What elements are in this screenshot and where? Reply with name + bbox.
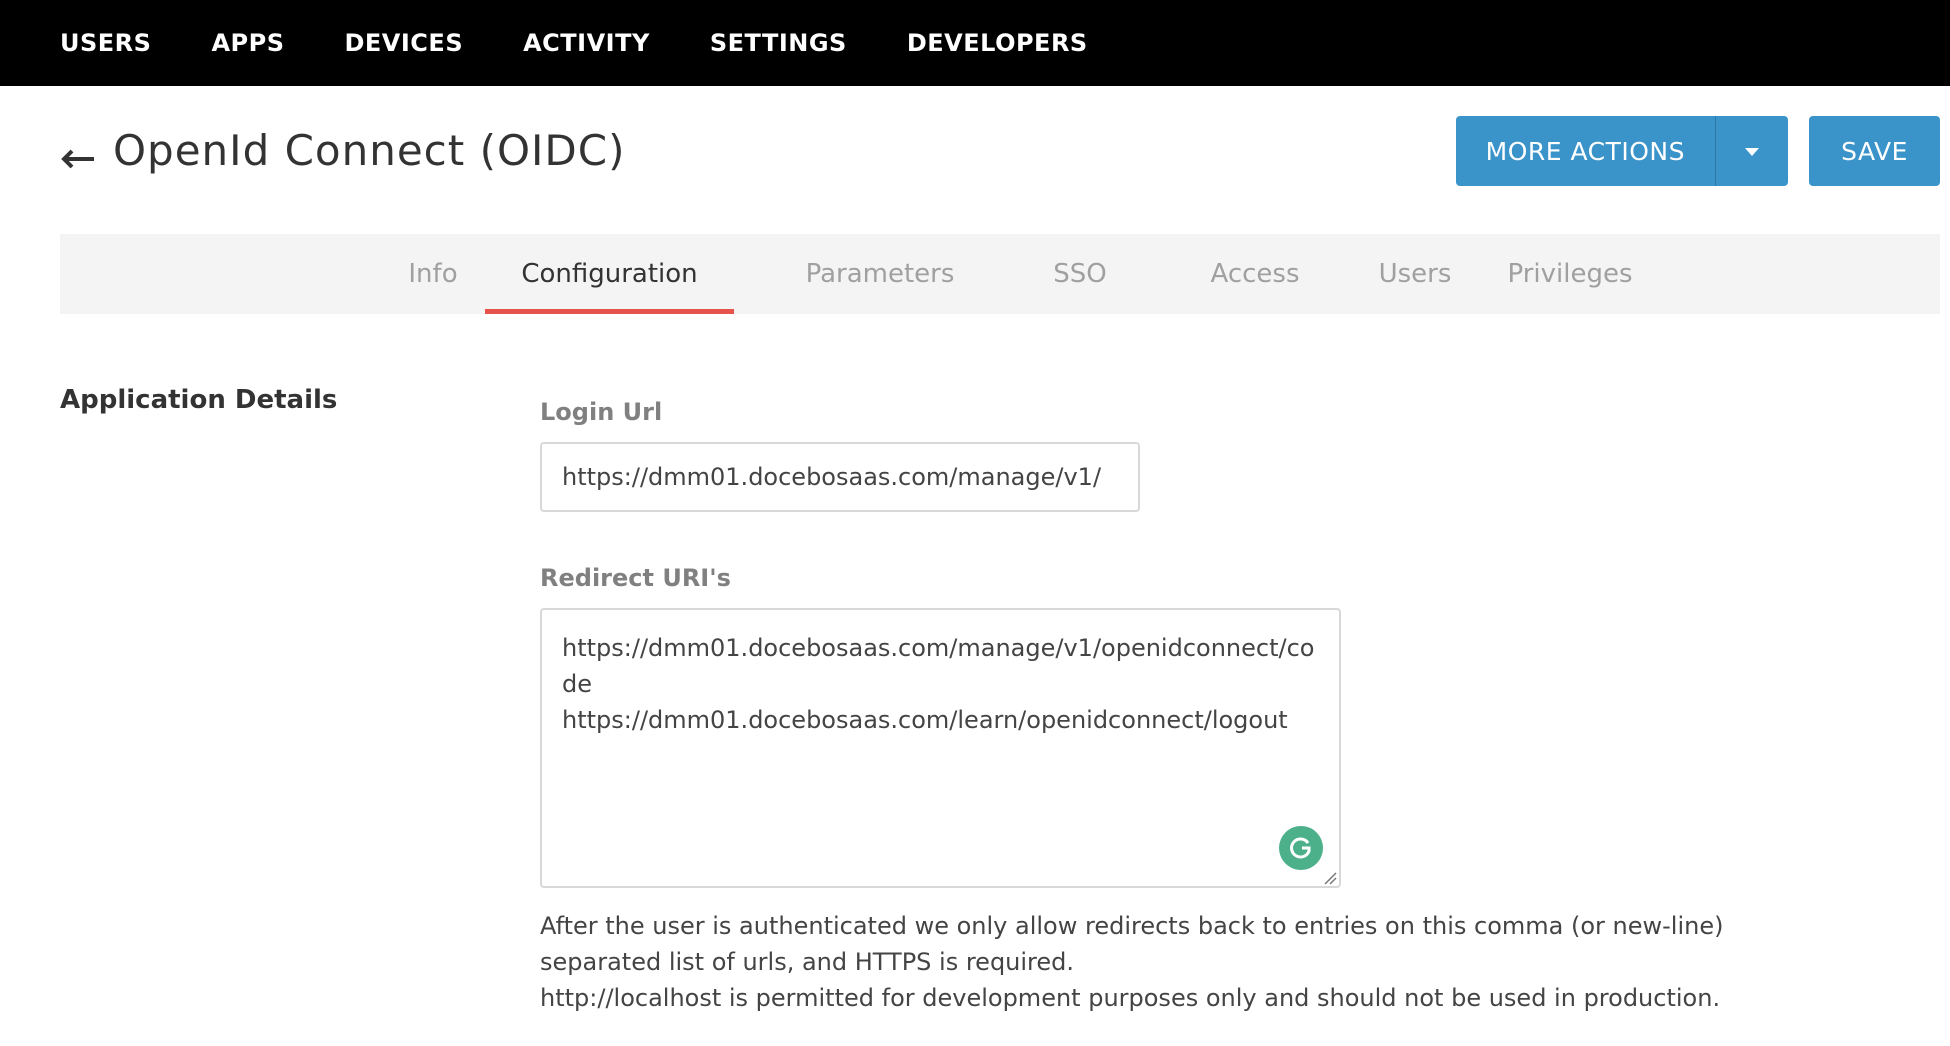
redirect-uris-field [540,608,1341,888]
nav-item-devices[interactable]: DEVICES [344,29,463,57]
tabs-bar: Info Configuration Parameters SSO Access… [60,234,1940,314]
arrow-left-icon[interactable] [60,144,96,174]
nav-item-activity[interactable]: ACTIVITY [523,29,650,57]
redirect-uris-textarea[interactable] [542,610,1339,886]
more-actions-button[interactable]: MORE ACTIONS [1456,116,1716,186]
save-button[interactable]: SAVE [1809,116,1940,186]
page-header: OpenId Connect (OIDC) MORE ACTIONS SAVE [60,116,1940,186]
section-title: Application Details [60,385,338,415]
tab-privileges[interactable]: Privileges [1460,234,1680,314]
more-actions-dropdown-toggle[interactable] [1716,116,1788,186]
page-title: OpenId Connect (OIDC) [113,126,626,175]
tab-access[interactable]: Access [1160,234,1350,314]
nav-item-settings[interactable]: SETTINGS [710,29,847,57]
tab-parameters[interactable]: Parameters [770,234,990,314]
resize-grip-icon[interactable] [1323,870,1337,885]
help-line: separated list of urls, and HTTPS is req… [540,948,1075,976]
more-actions-button-group: MORE ACTIONS [1455,116,1788,186]
nav-item-developers[interactable]: DEVELOPERS [907,29,1088,57]
tab-sso[interactable]: SSO [1010,234,1150,314]
login-url-label: Login Url [540,398,663,426]
caret-down-icon [1744,142,1760,161]
login-url-input[interactable] [540,442,1140,512]
tab-configuration[interactable]: Configuration [485,234,734,314]
tab-info[interactable]: Info [383,234,483,314]
help-line: http://localhost is permitted for develo… [540,984,1721,1012]
redirect-uris-label: Redirect URI's [540,564,731,592]
top-navigation: USERS APPS DEVICES ACTIVITY SETTINGS DEV… [0,0,1950,86]
grammarly-icon[interactable] [1279,826,1323,870]
nav-item-apps[interactable]: APPS [211,29,284,57]
nav-item-users[interactable]: USERS [60,29,151,57]
redirect-uris-help-text: After the user is authenticated we only … [540,908,1840,1016]
help-line: After the user is authenticated we only … [540,912,1724,940]
